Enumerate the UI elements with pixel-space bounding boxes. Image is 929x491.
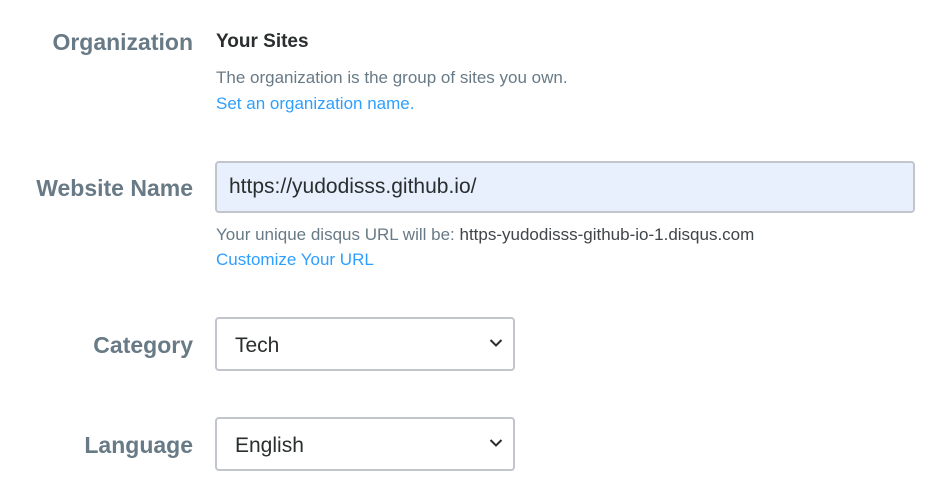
category-label: Category bbox=[93, 332, 193, 358]
organization-value: Your Sites bbox=[216, 31, 309, 52]
category-select[interactable]: Tech bbox=[215, 317, 515, 371]
language-selected-value: English bbox=[235, 434, 304, 457]
category-selected-value: Tech bbox=[235, 334, 280, 357]
disqus-url-help-text: Your unique disqus URL will be: https-yu… bbox=[216, 226, 754, 243]
chevron-down-icon bbox=[489, 439, 503, 447]
language-select[interactable]: English bbox=[215, 417, 515, 471]
website-name-label: Website Name bbox=[36, 175, 193, 201]
customize-url-link[interactable]: Customize Your URL bbox=[216, 251, 374, 268]
language-label: Language bbox=[84, 432, 193, 458]
disqus-url-value: https-yudodisss-github-io-1.disqus.com bbox=[459, 225, 755, 244]
organization-help-text: The organization is the group of sites y… bbox=[216, 68, 568, 87]
set-organization-name-link[interactable]: Set an organization name. bbox=[216, 95, 414, 112]
organization-label: Organization bbox=[52, 29, 193, 55]
disqus-url-help-prefix: Your unique disqus URL will be: bbox=[216, 225, 460, 244]
website-name-input[interactable] bbox=[215, 161, 915, 213]
chevron-down-icon bbox=[489, 339, 503, 347]
